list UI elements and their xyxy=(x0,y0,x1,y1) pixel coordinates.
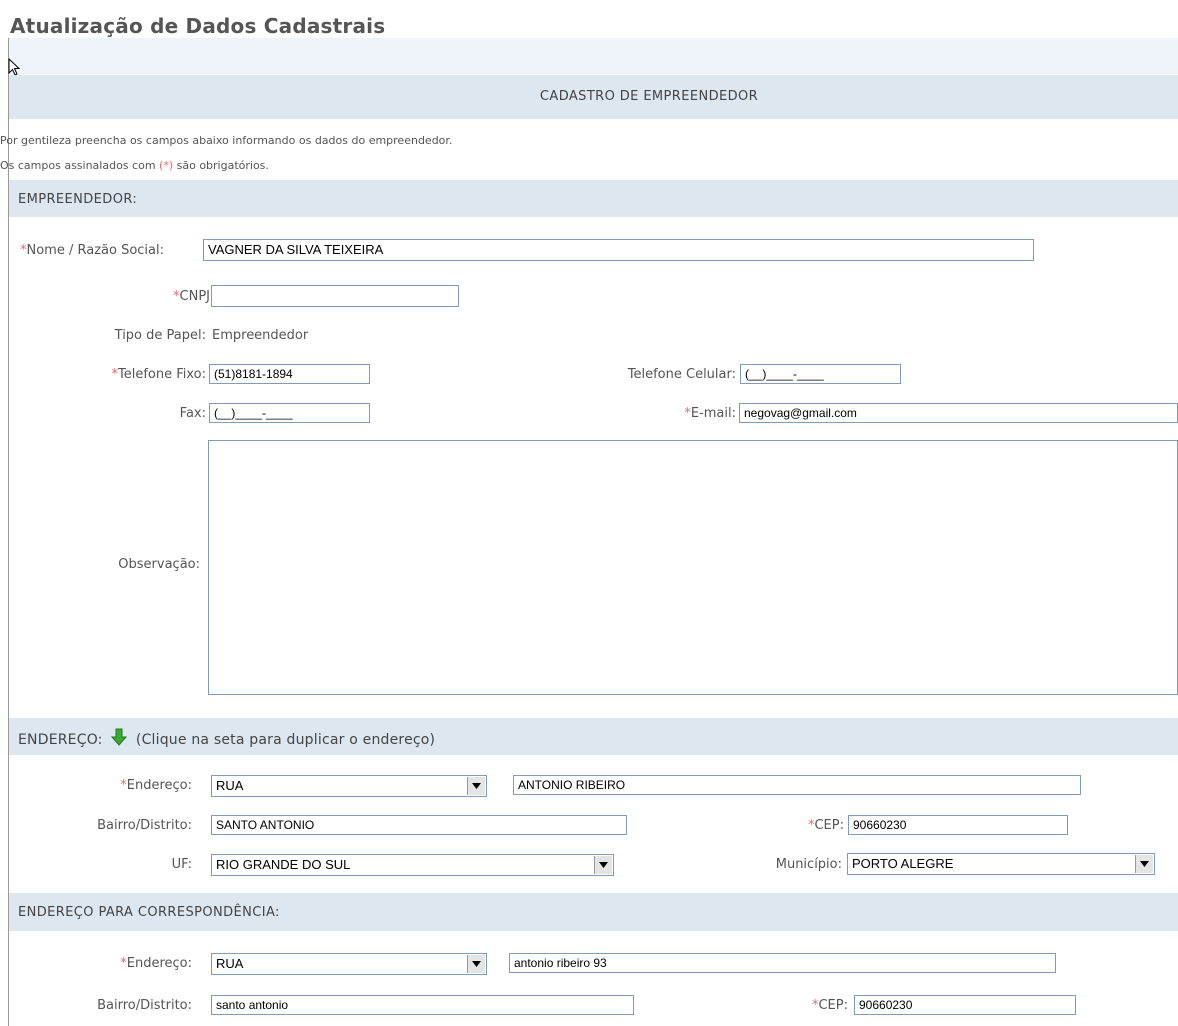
telefone-celular-input[interactable]: (__)____-____ xyxy=(740,364,901,384)
duplicate-address-arrow-icon[interactable] xyxy=(111,728,128,746)
fax-input[interactable]: (__)____-____ xyxy=(209,403,370,423)
duplicate-address-hint: (Clique na seta para duplicar o endereço… xyxy=(135,732,436,748)
bairro-input[interactable]: SANTO ANTONIO xyxy=(211,815,627,835)
section-correspondencia-title: ENDEREÇO PARA CORRESPONDÊNCIA: xyxy=(18,905,280,920)
telefone-fixo-input[interactable]: (51)8181-1894 xyxy=(209,364,370,384)
cnpj-label: *CNPJ xyxy=(150,289,210,304)
observacao-label: Observação: xyxy=(118,557,200,572)
info-line-2-prefix: Os campos assinalados com xyxy=(0,159,160,172)
correspondencia-tipo-select[interactable]: RUA xyxy=(211,953,487,975)
telefone-fixo-label: *Telefone Fixo: xyxy=(40,367,206,382)
correspondencia-tipo-value: RUA xyxy=(216,956,244,971)
correspondencia-logradouro-input[interactable]: antonio ribeiro 93 xyxy=(509,953,1056,973)
correspondencia-bairro-input[interactable]: santo antonio xyxy=(211,995,634,1015)
endereco-tipo-value: RUA xyxy=(216,778,244,793)
observacao-textarea[interactable] xyxy=(208,440,1178,695)
correspondencia-endereco-label: *Endereço: xyxy=(60,956,192,971)
required-mark: (*) xyxy=(159,159,174,172)
email-input[interactable]: negovag@gmail.com xyxy=(739,403,1178,423)
nome-input[interactable]: VAGNER DA SILVA TEIXEIRA xyxy=(203,239,1034,261)
top-band xyxy=(9,38,1178,74)
correspondencia-cep-label: *CEP: xyxy=(740,998,848,1013)
form-title: CADASTRO DE EMPREENDEDOR xyxy=(539,89,759,104)
uf-label: UF: xyxy=(171,857,192,872)
section-empreendedor-title: EMPREENDEDOR: xyxy=(18,192,138,207)
email-label-text: E-mail: xyxy=(690,406,736,421)
telefone-fixo-label-text: Telefone Fixo: xyxy=(117,367,206,382)
cnpj-label-text: CNPJ xyxy=(179,289,210,304)
uf-value: RIO GRANDE DO SUL xyxy=(216,857,351,872)
municipio-select[interactable]: PORTO ALEGRE xyxy=(847,853,1155,875)
cep-label-text: CEP: xyxy=(814,818,844,833)
cep-input[interactable]: 90660230 xyxy=(848,815,1068,835)
cursor-arrow-icon xyxy=(8,58,20,76)
nome-label-text: Nome / Razão Social: xyxy=(26,243,165,258)
page-title: Atualização de Dados Cadastrais xyxy=(10,14,386,38)
info-line-2: Os campos assinalados com (*) são obriga… xyxy=(0,159,269,172)
correspondencia-bairro-label: Bairro/Distrito: xyxy=(97,998,192,1013)
bairro-label: Bairro/Distrito: xyxy=(97,818,192,833)
municipio-label: Município: xyxy=(775,857,842,872)
endereco-label-text: Endereço: xyxy=(126,778,192,793)
endereco-tipo-select[interactable]: RUA xyxy=(211,775,487,797)
municipio-value: PORTO ALEGRE xyxy=(852,856,954,871)
info-line-2-suffix: são obrigatórios. xyxy=(173,159,269,172)
section-endereco-label: ENDEREÇO: xyxy=(18,732,103,748)
tipo-papel-value: Empreendedor xyxy=(212,328,309,343)
nome-label: *Nome / Razão Social: xyxy=(20,243,164,258)
triangle-down-icon[interactable] xyxy=(467,777,485,795)
cep-label: *CEP: xyxy=(740,818,844,833)
tipo-papel-label: Tipo de Papel: xyxy=(114,328,206,343)
uf-select[interactable]: RIO GRANDE DO SUL xyxy=(211,854,614,876)
triangle-down-icon[interactable] xyxy=(594,856,612,874)
info-line-1: Por gentileza preencha os campos abaixo … xyxy=(0,134,453,147)
logradouro-input[interactable]: ANTONIO RIBEIRO xyxy=(513,775,1081,795)
correspondencia-cep-input[interactable]: 90660230 xyxy=(854,995,1076,1015)
triangle-down-icon[interactable] xyxy=(467,955,485,973)
triangle-down-icon[interactable] xyxy=(1135,855,1153,873)
correspondencia-cep-label-text: CEP: xyxy=(818,998,848,1013)
correspondencia-endereco-label-text: Endereço: xyxy=(126,956,192,971)
endereco-label: *Endereço: xyxy=(60,778,192,793)
fax-label: Fax: xyxy=(179,406,206,421)
section-endereco-title: ENDEREÇO: (Clique na seta para duplicar … xyxy=(18,728,435,748)
cnpj-input[interactable] xyxy=(211,285,459,307)
telefone-celular-label: Telefone Celular: xyxy=(627,367,736,382)
section-empreendedor-band xyxy=(9,180,1178,217)
email-label: *E-mail: xyxy=(620,406,736,421)
